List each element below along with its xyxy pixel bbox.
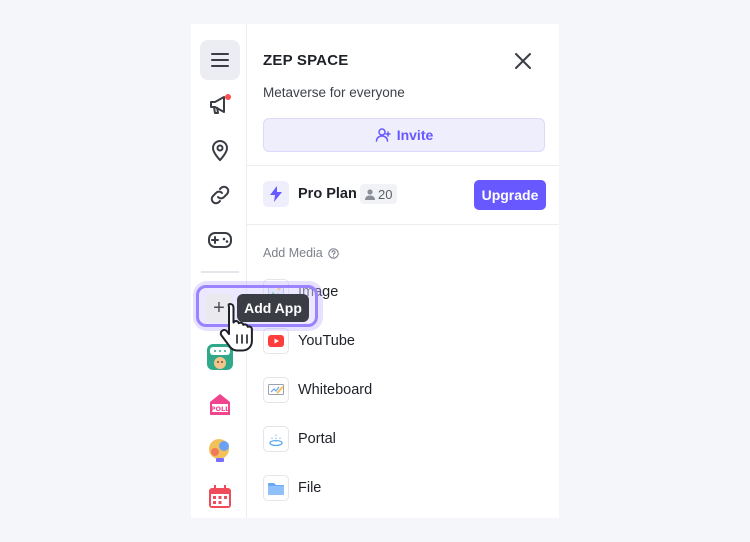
space-subtitle: Metaverse for everyone xyxy=(263,85,405,100)
portal-icon xyxy=(263,426,289,452)
divider xyxy=(247,224,559,225)
menu-button[interactable] xyxy=(200,40,240,80)
lightning-icon xyxy=(270,186,282,202)
invite-label: Invite xyxy=(396,127,434,143)
link-icon xyxy=(210,185,230,205)
upgrade-button[interactable]: Upgrade xyxy=(474,180,546,210)
quiz-app-icon[interactable] xyxy=(207,437,233,463)
announcement-icon xyxy=(210,94,231,114)
close-button[interactable] xyxy=(512,50,534,72)
help-icon[interactable] xyxy=(328,247,339,259)
folder-icon xyxy=(263,475,289,501)
sidebar-rail: POLL xyxy=(191,24,247,518)
user-icon xyxy=(365,188,375,200)
add-media-label: Add Media xyxy=(263,246,323,260)
poll-app-icon[interactable]: POLL xyxy=(207,391,233,417)
media-item-label: Portal xyxy=(298,431,336,447)
rail-divider xyxy=(201,271,239,273)
whiteboard-icon xyxy=(263,377,289,403)
media-item-youtube[interactable]: YouTube xyxy=(263,327,543,355)
invite-button[interactable]: Invite xyxy=(263,118,545,152)
member-count-badge: 20 xyxy=(360,184,398,204)
media-item-file[interactable]: File xyxy=(263,474,543,502)
link-button[interactable] xyxy=(200,175,240,215)
calendar-app-icon[interactable] xyxy=(207,484,233,510)
media-item-label: Whiteboard xyxy=(298,382,373,398)
plan-icon-box xyxy=(263,181,289,207)
gamepad-icon xyxy=(208,232,232,248)
announcement-button[interactable] xyxy=(200,85,240,125)
divider xyxy=(247,165,559,166)
add-user-icon xyxy=(375,128,391,142)
media-item-whiteboard[interactable]: Whiteboard xyxy=(263,376,543,404)
media-item-portal[interactable]: Portal xyxy=(263,425,543,453)
media-item-label: YouTube xyxy=(298,333,355,349)
youtube-icon xyxy=(263,328,289,354)
space-panel: POLL ZEP SPACE Metaverse for everyone In… xyxy=(191,24,559,518)
location-button[interactable] xyxy=(200,130,240,170)
space-title: ZEP SPACE xyxy=(263,52,349,69)
game-button[interactable] xyxy=(200,220,240,260)
svg-text:POLL: POLL xyxy=(211,405,230,413)
hand-pointer-icon xyxy=(219,303,253,352)
member-count: 20 xyxy=(378,186,393,202)
media-item-label: File xyxy=(298,480,322,496)
menu-icon xyxy=(211,53,229,67)
add-media-heading: Add Media xyxy=(263,246,339,260)
plan-name: Pro Plan xyxy=(298,186,357,202)
close-icon xyxy=(515,53,531,69)
location-pin-icon xyxy=(211,140,229,162)
space-info-panel: ZEP SPACE Metaverse for everyone Invite … xyxy=(247,24,559,518)
